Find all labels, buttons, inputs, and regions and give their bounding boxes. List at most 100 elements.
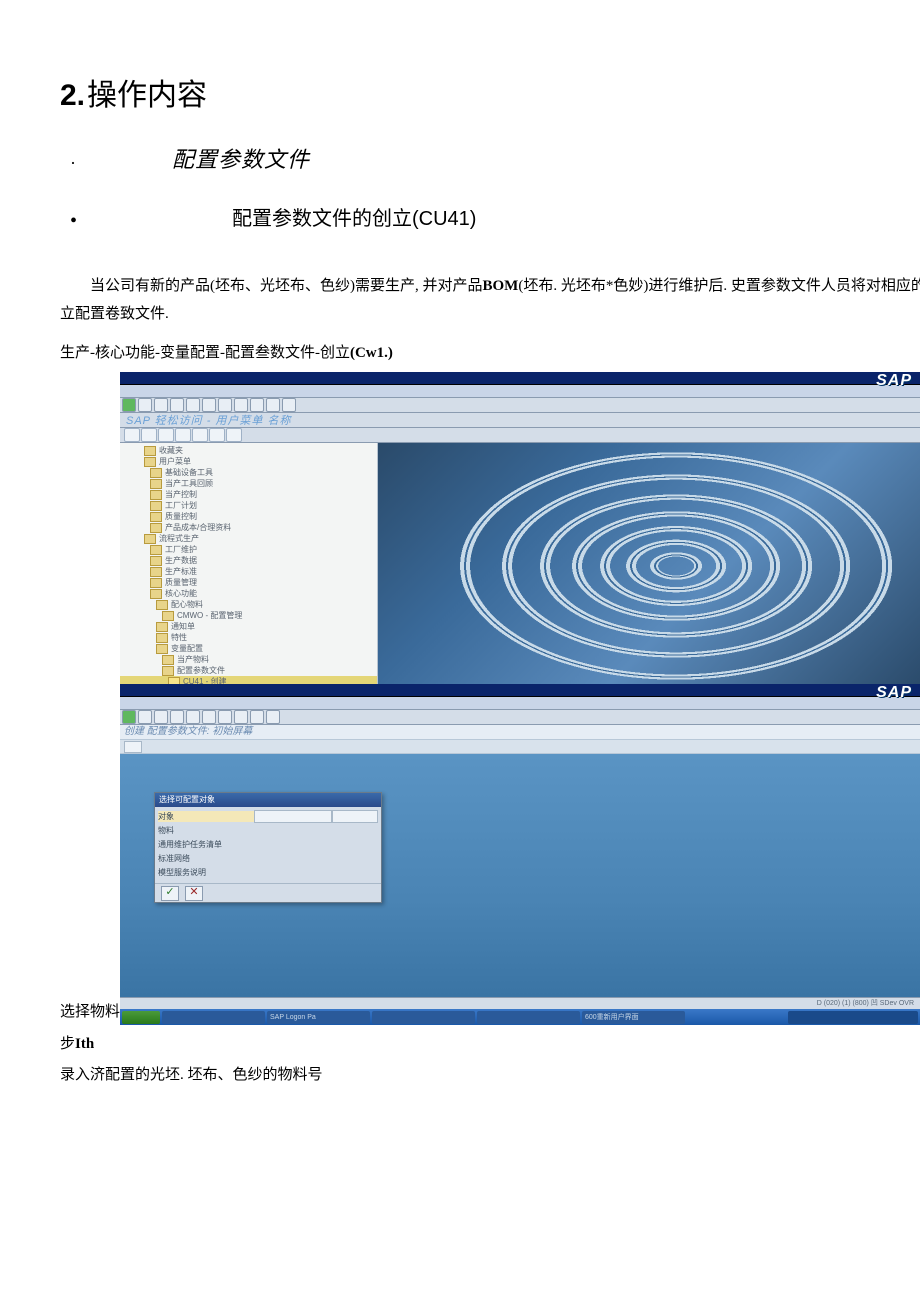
- toolbar-button[interactable]: [138, 710, 152, 724]
- app-button[interactable]: [124, 741, 142, 753]
- toolbar-button[interactable]: [202, 710, 216, 724]
- tree-node[interactable]: 质量管理: [120, 577, 377, 588]
- dialog-row: 标准网络: [158, 852, 378, 865]
- folder-icon: [150, 545, 162, 555]
- app-button[interactable]: [124, 428, 140, 442]
- tree-node-label: 工厂计划: [165, 500, 197, 511]
- window-subtitle: 创建 配置参数文件: 初始屏幕: [120, 725, 920, 740]
- app-toolbar: [120, 740, 920, 754]
- toolbar-button[interactable]: [234, 710, 248, 724]
- menu-bar[interactable]: [120, 697, 920, 710]
- toolbar-button[interactable]: [250, 398, 264, 412]
- toolbar-button[interactable]: [202, 398, 216, 412]
- system-tray[interactable]: [788, 1011, 918, 1024]
- cancel-button[interactable]: ✕: [185, 886, 203, 901]
- tree-node-label: 生产标准: [165, 566, 197, 577]
- tree-node[interactable]: 当产控制: [120, 489, 377, 500]
- toolbar-button[interactable]: [218, 398, 232, 412]
- folder-icon: [162, 655, 174, 665]
- toolbar-button[interactable]: [154, 398, 168, 412]
- toolbar-button[interactable]: [186, 398, 200, 412]
- tree-node-label: 配置参数文件: [177, 665, 225, 676]
- folder-icon: [150, 512, 162, 522]
- tree-node-label: 通知单: [171, 621, 195, 632]
- toolbar-button[interactable]: [154, 710, 168, 724]
- toolbar-button[interactable]: [266, 710, 280, 724]
- toolbar-button[interactable]: [170, 398, 184, 412]
- toolbar-button[interactable]: [282, 398, 296, 412]
- nav-tree[interactable]: 收藏夹用户菜单基础设备工具当产工具回顾当产控制工厂计划质量控制产品成本/合理资料…: [120, 443, 378, 689]
- tree-node-label: CMWO - 配置管理: [177, 610, 242, 621]
- section-number: 2.: [60, 79, 85, 112]
- dialog-title: 选择可配置对象: [155, 793, 381, 807]
- taskbar-item[interactable]: [477, 1011, 580, 1024]
- tree-node[interactable]: CMWO - 配置管理: [120, 610, 377, 621]
- dialog-row: 模型服务说明: [158, 866, 378, 879]
- folder-icon: [150, 589, 162, 599]
- folder-icon: [144, 446, 156, 456]
- toolbar-button[interactable]: [250, 710, 264, 724]
- input-field[interactable]: [254, 810, 332, 823]
- tree-node[interactable]: 生产标准: [120, 566, 377, 577]
- app-button[interactable]: [226, 428, 242, 442]
- title-bar: SAP: [120, 684, 920, 697]
- ok-button[interactable]: ✓: [161, 886, 179, 901]
- dialog-row: 对象: [158, 810, 378, 823]
- nav-path: 生产-核心功能-变量配置-配置叁数文件-创立(Cw1.): [60, 340, 920, 368]
- tree-node[interactable]: 特性: [120, 632, 377, 643]
- tree-node[interactable]: 质量控制: [120, 511, 377, 522]
- app-button[interactable]: [141, 428, 157, 442]
- tree-node[interactable]: 配心物料: [120, 599, 377, 610]
- sub-heading-row: · 配置参数文件: [70, 142, 920, 174]
- tree-node[interactable]: 工厂计划: [120, 500, 377, 511]
- tree-node[interactable]: 生产数据: [120, 555, 377, 566]
- menu-bar[interactable]: [120, 385, 920, 398]
- system-toolbar: [120, 710, 920, 725]
- tree-node[interactable]: 用户菜单: [120, 456, 377, 467]
- toolbar-button[interactable]: [218, 710, 232, 724]
- tree-node[interactable]: 当产物料: [120, 654, 377, 665]
- enter-icon[interactable]: [122, 398, 136, 412]
- background-image: [378, 443, 920, 689]
- app-button[interactable]: [192, 428, 208, 442]
- taskbar-item[interactable]: SAP Logon Pa: [267, 1011, 370, 1024]
- app-button[interactable]: [209, 428, 225, 442]
- tree-node[interactable]: 配置参数文件: [120, 665, 377, 676]
- body-paragraph: 当公司有新的产品(坯布、光坯布、色纱)需要生产, 并对产品BOM(坯布. 光坯布…: [60, 273, 920, 329]
- toolbar-button[interactable]: [170, 710, 184, 724]
- app-button[interactable]: [175, 428, 191, 442]
- taskbar-item[interactable]: [372, 1011, 475, 1024]
- tree-node-label: 当产物料: [177, 654, 209, 665]
- toolbar-button[interactable]: [186, 710, 200, 724]
- tree-node[interactable]: 收藏夹: [120, 445, 377, 456]
- tree-node[interactable]: 变量配置: [120, 643, 377, 654]
- start-button[interactable]: [122, 1011, 160, 1024]
- tree-node[interactable]: 工厂维护: [120, 544, 377, 555]
- folder-icon: [144, 457, 156, 467]
- bullet-dot: ·: [70, 153, 88, 174]
- tree-node[interactable]: 基础设备工具: [120, 467, 377, 478]
- section-heading: 2.操作内容: [60, 70, 920, 114]
- tree-node[interactable]: 核心功能: [120, 588, 377, 599]
- tree-node-label: 配心物料: [171, 599, 203, 610]
- taskbar-item[interactable]: [162, 1011, 265, 1024]
- tree-node[interactable]: 当产工具回顾: [120, 478, 377, 489]
- folder-icon: [150, 468, 162, 478]
- sap-logo: SAP: [876, 684, 912, 702]
- tree-node-label: 当产控制: [165, 489, 197, 500]
- folder-icon: [150, 578, 162, 588]
- toolbar-button[interactable]: [234, 398, 248, 412]
- tree-node[interactable]: 产品成本/合理资料: [120, 522, 377, 533]
- app-button[interactable]: [158, 428, 174, 442]
- tree-node-label: 特性: [171, 632, 187, 643]
- select-object-dialog: 选择可配置对象 对象物料通用维护任务清单标准网络模型服务说明 ✓ ✕: [154, 792, 382, 903]
- subtitle-bar: SAP 轻松访问 - 用户菜单 名称: [120, 413, 920, 428]
- tree-node[interactable]: 通知单: [120, 621, 377, 632]
- toolbar-button[interactable]: [266, 398, 280, 412]
- toolbar-button[interactable]: [138, 398, 152, 412]
- tree-node[interactable]: 流程式生产: [120, 533, 377, 544]
- enter-icon[interactable]: [122, 710, 136, 724]
- taskbar-item[interactable]: 600重新用户界面: [582, 1011, 685, 1024]
- input-field[interactable]: [332, 810, 378, 823]
- title-bar: SAP: [120, 372, 920, 385]
